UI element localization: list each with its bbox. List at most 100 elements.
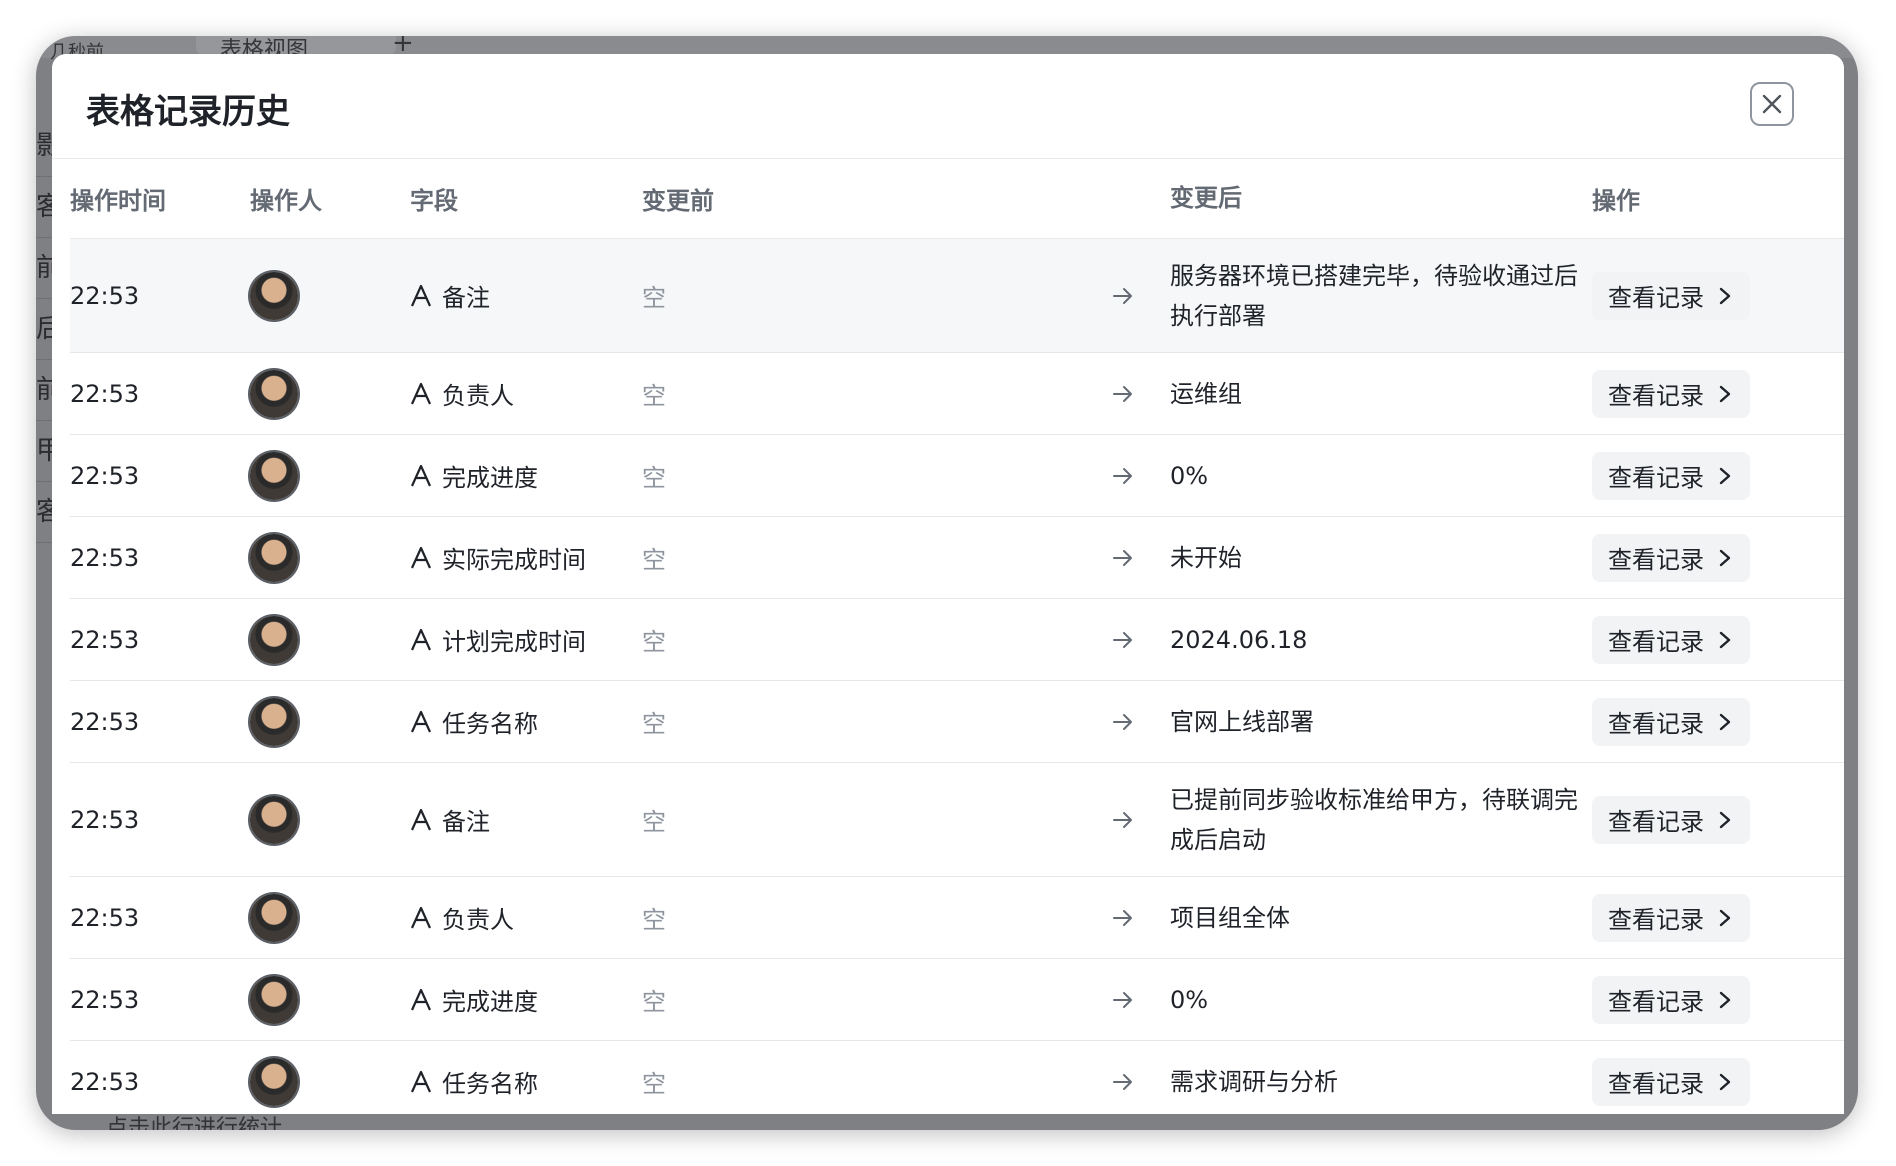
- view-record-button[interactable]: 查看记录: [1592, 271, 1750, 320]
- view-record-button[interactable]: 查看记录: [1592, 533, 1750, 582]
- table-body: 22:53 备注 空 服务器环境已搭建完毕，待验收通过后执行部署 查看记录 22…: [70, 239, 1844, 1114]
- field-name: 负责人: [442, 906, 514, 934]
- view-record-button[interactable]: 查看记录: [1592, 975, 1750, 1024]
- background-fragment: 前: [36, 238, 62, 299]
- row-operation: 查看记录: [1592, 451, 1832, 500]
- field-name: 任务名称: [442, 1070, 538, 1098]
- avatar[interactable]: [250, 615, 298, 664]
- row-arrow: [1112, 1071, 1170, 1093]
- row-field: 任务名称: [410, 1064, 642, 1099]
- header-field: 字段: [410, 186, 458, 215]
- row-operation: 查看记录: [1592, 1057, 1832, 1106]
- row-arrow: [1112, 629, 1170, 651]
- header-time: 操作时间: [70, 186, 166, 215]
- chevron-right-icon: [1718, 908, 1732, 928]
- view-record-label: 查看记录: [1608, 382, 1704, 410]
- avatar[interactable]: [250, 893, 298, 942]
- avatar[interactable]: [250, 795, 298, 844]
- row-time: 22:53: [70, 625, 140, 654]
- arrow-right-icon: [1113, 287, 1132, 304]
- view-record-label: 查看记录: [1608, 710, 1704, 738]
- row-operation: 查看记录: [1592, 795, 1832, 844]
- chevron-right-icon: [1718, 466, 1732, 486]
- row-before-value: 空: [642, 382, 666, 410]
- text-field-icon: [410, 808, 432, 830]
- view-record-button[interactable]: 查看记录: [1592, 615, 1750, 664]
- row-before-value: 空: [642, 546, 666, 574]
- view-record-label: 查看记录: [1608, 906, 1704, 934]
- arrow-right-icon: [1113, 909, 1132, 926]
- row-operation: 查看记录: [1592, 975, 1832, 1024]
- view-record-button[interactable]: 查看记录: [1592, 697, 1750, 746]
- view-record-button[interactable]: 查看记录: [1592, 893, 1750, 942]
- row-user: [250, 369, 410, 418]
- text-field-icon: [410, 464, 432, 486]
- background-fragment: 客: [36, 482, 62, 543]
- row-operation: 查看记录: [1592, 697, 1832, 746]
- row-field: 完成进度: [410, 458, 642, 493]
- row-before-value: 空: [642, 906, 666, 934]
- arrow-right-icon: [1113, 1073, 1132, 1090]
- row-arrow: [1112, 547, 1170, 569]
- avatar[interactable]: [250, 533, 298, 582]
- dialog-header: 表格记录历史: [52, 54, 1844, 159]
- row-user: [250, 533, 410, 582]
- row-after-value: 项目组全体: [1170, 903, 1290, 932]
- chevron-right-icon: [1718, 810, 1732, 830]
- table-row: 22:53 完成进度 空 0% 查看记录: [70, 435, 1844, 517]
- chevron-right-icon: [1718, 384, 1732, 404]
- row-before-value: 空: [642, 464, 666, 492]
- row-field: 计划完成时间: [410, 622, 642, 657]
- row-field: 备注: [410, 802, 642, 837]
- row-after-value: 官网上线部署: [1170, 707, 1314, 736]
- view-record-button[interactable]: 查看记录: [1592, 451, 1750, 500]
- chevron-right-icon: [1718, 1072, 1732, 1092]
- history-table: 操作时间 操作人 字段 变更前 变更后 操作 22:53 备注 空 服务器环境已…: [70, 158, 1844, 1114]
- row-arrow: [1112, 809, 1170, 831]
- avatar[interactable]: [250, 1057, 298, 1106]
- view-record-button[interactable]: 查看记录: [1592, 1057, 1750, 1106]
- view-record-label: 查看记录: [1608, 1070, 1704, 1098]
- table-header: 操作时间 操作人 字段 变更前 变更后 操作: [70, 158, 1844, 239]
- view-record-button[interactable]: 查看记录: [1592, 369, 1750, 418]
- row-before-value: 空: [642, 710, 666, 738]
- field-name: 负责人: [442, 382, 514, 410]
- background-fragment: 后: [36, 299, 62, 360]
- row-arrow: [1112, 285, 1170, 307]
- text-field-icon: [410, 284, 432, 306]
- row-after-value: 未开始: [1170, 543, 1242, 572]
- table-row: 22:53 实际完成时间 空 未开始 查看记录: [70, 517, 1844, 599]
- avatar[interactable]: [250, 697, 298, 746]
- row-after-value: 2024.06.18: [1170, 625, 1308, 654]
- row-time: 22:53: [70, 707, 140, 736]
- view-record-button[interactable]: 查看记录: [1592, 795, 1750, 844]
- chevron-right-icon: [1718, 990, 1732, 1010]
- row-time: 22:53: [70, 379, 140, 408]
- row-before-value: 空: [642, 1070, 666, 1098]
- avatar[interactable]: [250, 369, 298, 418]
- field-name: 实际完成时间: [442, 546, 586, 574]
- avatar[interactable]: [250, 975, 298, 1024]
- view-record-label: 查看记录: [1608, 988, 1704, 1016]
- close-icon: [1762, 94, 1782, 114]
- row-arrow: [1112, 383, 1170, 405]
- table-row: 22:53 任务名称 空 官网上线部署 查看记录: [70, 681, 1844, 763]
- chevron-right-icon: [1718, 712, 1732, 732]
- avatar[interactable]: [250, 451, 298, 500]
- row-before-value: 空: [642, 988, 666, 1016]
- background-fragment: 影: [36, 116, 62, 177]
- view-record-label: 查看记录: [1608, 464, 1704, 492]
- table-row: 22:53 完成进度 空 0% 查看记录: [70, 959, 1844, 1041]
- header-user: 操作人: [250, 186, 322, 215]
- row-time: 22:53: [70, 281, 140, 310]
- row-after-value: 需求调研与分析: [1170, 1067, 1338, 1096]
- avatar[interactable]: [250, 271, 298, 320]
- row-arrow: [1112, 907, 1170, 929]
- close-button[interactable]: [1750, 82, 1794, 126]
- chevron-right-icon: [1718, 286, 1732, 306]
- table-row: 22:53 负责人 空 运维组 查看记录: [70, 353, 1844, 435]
- table-row: 22:53 任务名称 空 需求调研与分析 查看记录: [70, 1041, 1844, 1114]
- arrow-right-icon: [1113, 549, 1132, 566]
- record-history-dialog: 表格记录历史 操作时间 操作人 字段 变更前 变更后 操作 22:53 备注 空…: [52, 54, 1844, 1114]
- view-record-label: 查看记录: [1608, 808, 1704, 836]
